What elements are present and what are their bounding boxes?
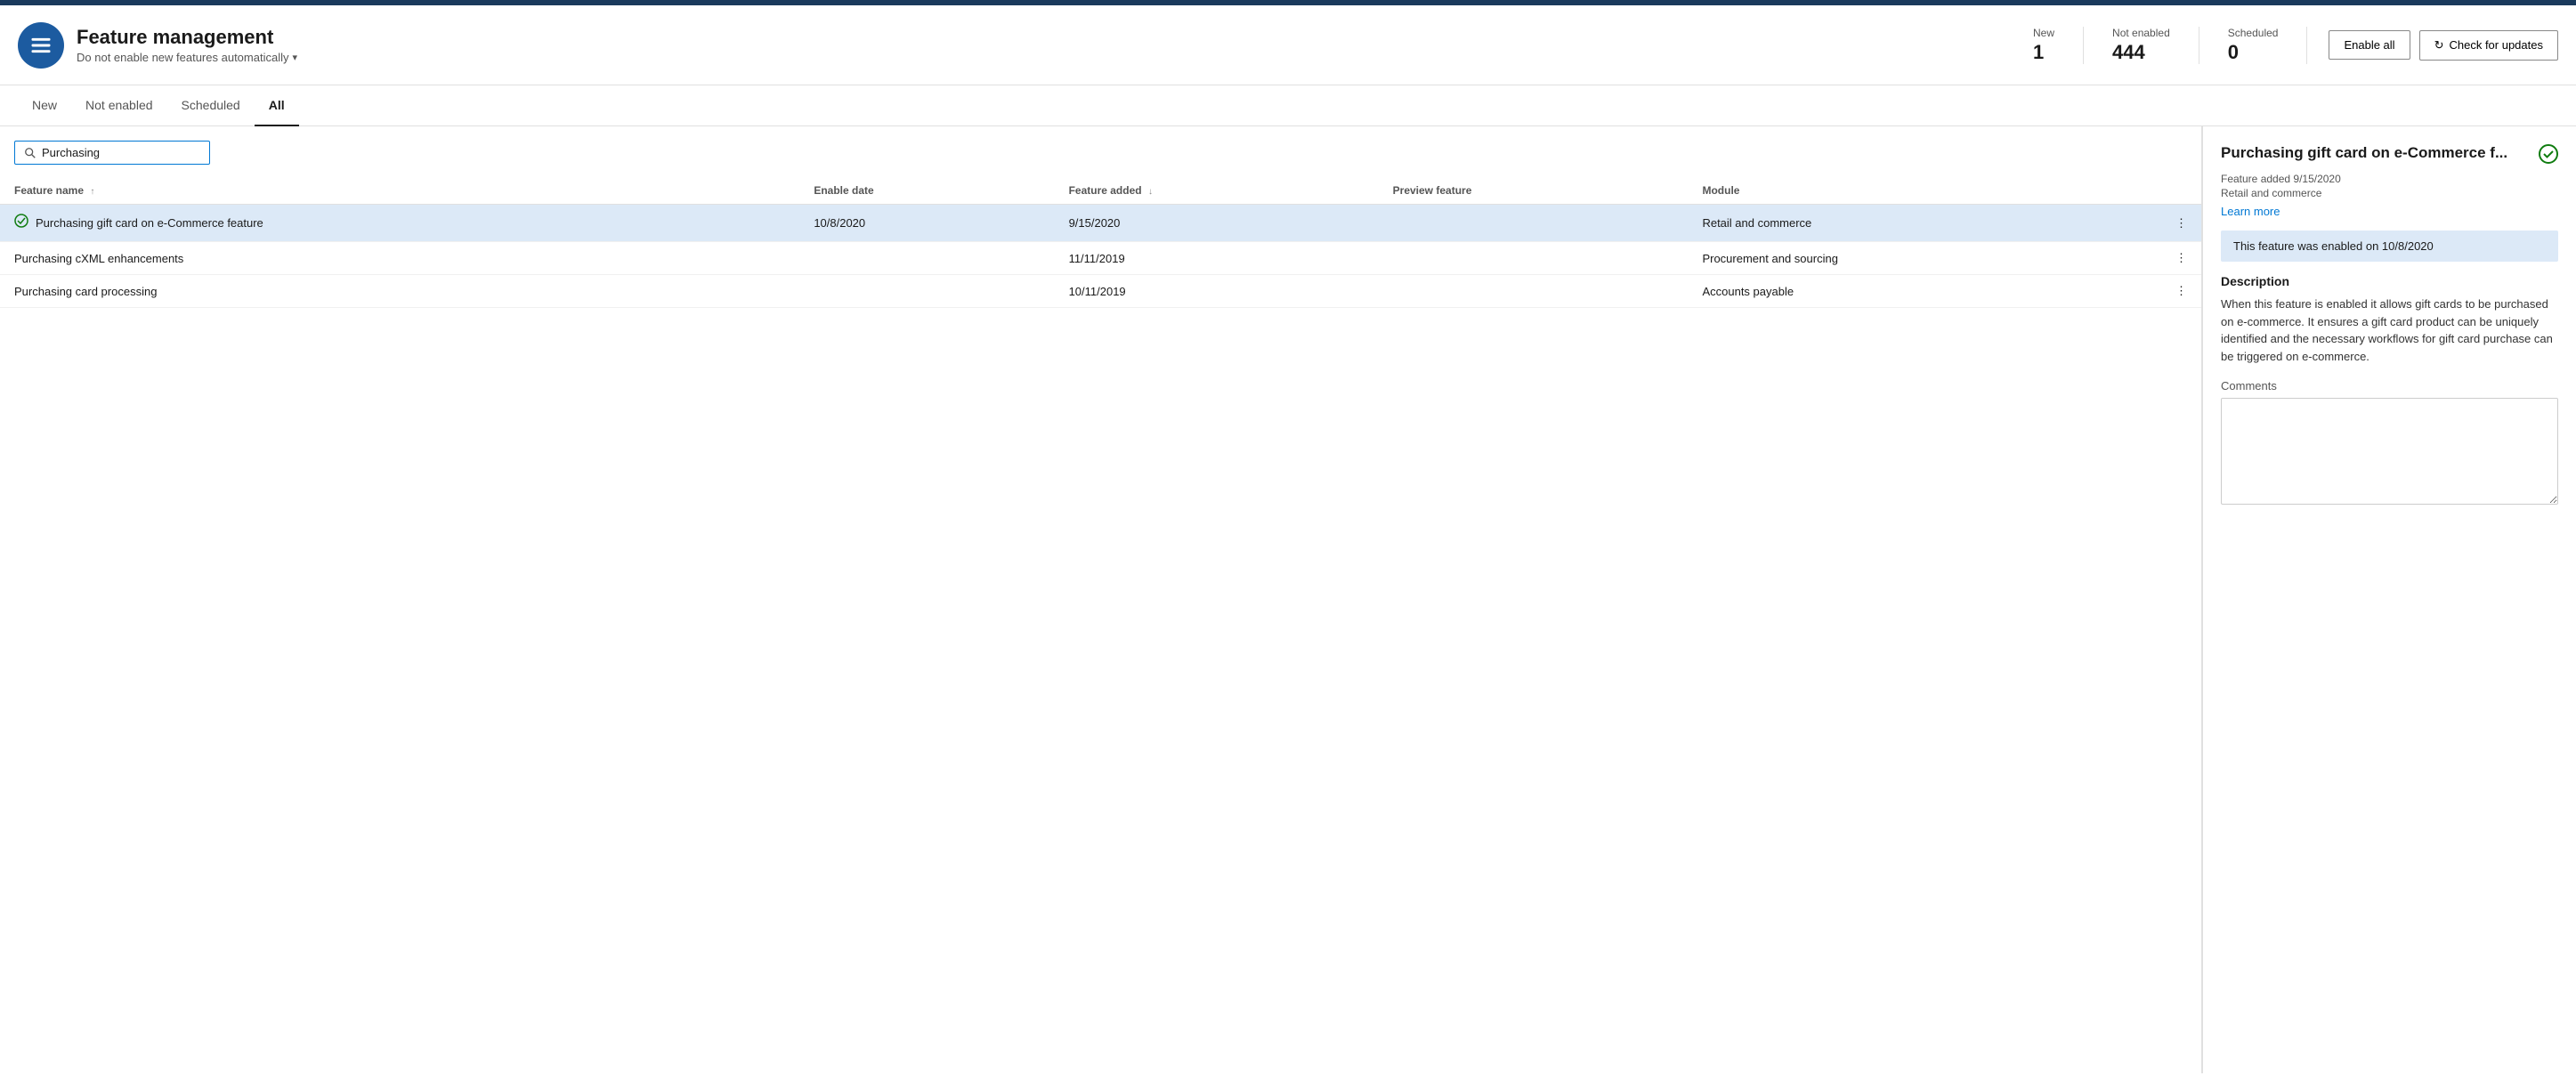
- table-header: Feature name ↑ Enable date Feature added…: [0, 177, 2201, 205]
- col-header-preview-feature[interactable]: Preview feature: [1379, 177, 1689, 205]
- refresh-icon: ↻: [2434, 38, 2444, 53]
- row1-module: Retail and commerce: [1688, 205, 2161, 242]
- row3-module: Accounts payable: [1688, 275, 2161, 308]
- col-header-enable-date[interactable]: Enable date: [799, 177, 1054, 205]
- detail-learn-more-link[interactable]: Learn more: [2221, 205, 2280, 218]
- row2-feature-name: Purchasing cXML enhancements: [0, 242, 799, 275]
- col-header-more: [2161, 177, 2201, 205]
- table-row[interactable]: Purchasing gift card on e-Commerce featu…: [0, 205, 2201, 242]
- row3-feature-name-text: Purchasing card processing: [14, 285, 157, 298]
- tab-not-enabled[interactable]: Not enabled: [71, 85, 167, 126]
- header-title-block: Feature management Do not enable new fea…: [77, 26, 2033, 64]
- app-logo: [18, 22, 64, 69]
- row2-feature-name-text: Purchasing cXML enhancements: [14, 252, 183, 265]
- detail-title: Purchasing gift card on e-Commerce f...: [2221, 144, 2530, 162]
- app-logo-icon: [28, 33, 53, 58]
- col-module-label: Module: [1702, 184, 1739, 197]
- header-stats: New 1 Not enabled 444 Scheduled 0: [2033, 27, 2307, 64]
- search-wrapper[interactable]: [14, 141, 210, 165]
- row3-enable-date: [799, 275, 1054, 308]
- sort-feature-name-icon: ↑: [90, 187, 94, 197]
- row1-feature-name-text: Purchasing gift card on e-Commerce featu…: [36, 216, 263, 230]
- row1-feature-added: 9/15/2020: [1055, 205, 1379, 242]
- detail-module: Retail and commerce: [2221, 187, 2558, 199]
- detail-description-title: Description: [2221, 274, 2558, 288]
- table-row[interactable]: Purchasing card processing 10/11/2019 Ac…: [0, 275, 2201, 308]
- check-updates-label: Check for updates: [2449, 38, 2543, 52]
- check-updates-button[interactable]: ↻ Check for updates: [2419, 30, 2558, 61]
- row2-preview-feature: [1379, 242, 1689, 275]
- col-enable-date-label: Enable date: [814, 184, 873, 197]
- col-header-feature-name[interactable]: Feature name ↑: [0, 177, 799, 205]
- stat-not-enabled-value: 444: [2112, 41, 2170, 64]
- table-body: Purchasing gift card on e-Commerce featu…: [0, 205, 2201, 308]
- comments-textarea[interactable]: [2221, 398, 2558, 505]
- feature-table: Feature name ↑ Enable date Feature added…: [0, 177, 2201, 308]
- stat-new: New 1: [2033, 27, 2084, 64]
- right-panel: Purchasing gift card on e-Commerce f... …: [2202, 126, 2576, 1073]
- stat-not-enabled-label: Not enabled: [2112, 27, 2170, 39]
- row2-module: Procurement and sourcing: [1688, 242, 2161, 275]
- nav-tabs: New Not enabled Scheduled All: [0, 85, 2576, 126]
- detail-enabled-check-icon: [2539, 144, 2558, 169]
- row2-feature-added: 11/11/2019: [1055, 242, 1379, 275]
- comments-label: Comments: [2221, 379, 2558, 392]
- stat-new-value: 1: [2033, 41, 2054, 64]
- header: Feature management Do not enable new fea…: [0, 5, 2576, 85]
- main-content: Feature name ↑ Enable date Feature added…: [0, 126, 2576, 1073]
- col-header-feature-added[interactable]: Feature added ↓: [1055, 177, 1379, 205]
- detail-feature-added: Feature added 9/15/2020: [2221, 173, 2558, 185]
- row1-feature-name: Purchasing gift card on e-Commerce featu…: [0, 205, 799, 242]
- stat-scheduled: Scheduled 0: [2199, 27, 2308, 64]
- detail-enabled-banner: This feature was enabled on 10/8/2020: [2221, 231, 2558, 262]
- detail-description-text: When this feature is enabled it allows g…: [2221, 295, 2558, 365]
- search-input[interactable]: [42, 146, 200, 159]
- detail-header: Purchasing gift card on e-Commerce f...: [2221, 144, 2558, 169]
- tab-all[interactable]: All: [255, 85, 299, 126]
- row2-enable-date: [799, 242, 1054, 275]
- col-preview-feature-label: Preview feature: [1393, 184, 1472, 197]
- stat-not-enabled: Not enabled 444: [2084, 27, 2199, 64]
- header-actions: Enable all ↻ Check for updates: [2329, 30, 2558, 61]
- left-panel: Feature name ↑ Enable date Feature added…: [0, 126, 2202, 1073]
- row1-enable-date: 10/8/2020: [799, 205, 1054, 242]
- enable-all-button[interactable]: Enable all: [2329, 30, 2410, 60]
- stat-new-label: New: [2033, 27, 2054, 39]
- search-icon: [24, 147, 36, 159]
- header-subtitle[interactable]: Do not enable new features automatically…: [77, 51, 2033, 64]
- subtitle-chevron: ▾: [292, 52, 297, 63]
- row2-more[interactable]: ⋮: [2161, 242, 2201, 275]
- enable-all-label: Enable all: [2344, 38, 2394, 52]
- row3-feature-added: 10/11/2019: [1055, 275, 1379, 308]
- table-row[interactable]: Purchasing cXML enhancements 11/11/2019 …: [0, 242, 2201, 275]
- col-feature-name-label: Feature name: [14, 184, 84, 197]
- row3-more[interactable]: ⋮: [2161, 275, 2201, 308]
- row1-enabled-icon: [14, 214, 28, 232]
- check-circle-icon: [2539, 144, 2558, 164]
- search-bar: [0, 141, 2201, 177]
- tab-scheduled[interactable]: Scheduled: [167, 85, 255, 126]
- col-feature-added-label: Feature added: [1069, 184, 1142, 197]
- subtitle-text: Do not enable new features automatically: [77, 51, 288, 64]
- stat-scheduled-label: Scheduled: [2228, 27, 2279, 39]
- page-title: Feature management: [77, 26, 2033, 49]
- sort-feature-added-icon: ↓: [1148, 187, 1153, 197]
- row3-preview-feature: [1379, 275, 1689, 308]
- tab-new[interactable]: New: [18, 85, 71, 126]
- col-header-module[interactable]: Module: [1688, 177, 2161, 205]
- row3-feature-name: Purchasing card processing: [0, 275, 799, 308]
- row1-more[interactable]: ⋮: [2161, 205, 2201, 242]
- row1-preview-feature: [1379, 205, 1689, 242]
- stat-scheduled-value: 0: [2228, 41, 2279, 64]
